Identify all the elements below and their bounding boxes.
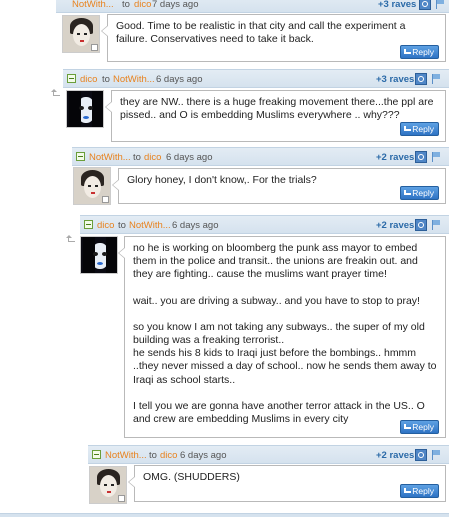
comment-author-link[interactable]: NotWith...	[105, 446, 147, 465]
to-label: to	[122, 0, 130, 10]
reply-arrow-icon	[51, 88, 61, 97]
avatar[interactable]	[73, 167, 111, 205]
recipient-link[interactable]: NotWith...	[129, 216, 171, 235]
avatar[interactable]	[80, 236, 118, 274]
comment-text: Glory honey, I don't know,. For the tria…	[127, 174, 317, 186]
comment-timestamp: 7 days ago	[152, 0, 199, 10]
comment-header: NotWith... to dico 7 days ago +3 raves	[56, 0, 449, 13]
reply-arrow-icon	[66, 234, 76, 243]
comment-header: dico to NotWith... 6 days ago +3 raves	[63, 69, 449, 88]
rave-icon[interactable]	[415, 151, 427, 163]
flag-icon[interactable]	[434, 0, 446, 10]
flag-icon[interactable]	[430, 73, 442, 85]
rave-icon[interactable]	[415, 73, 427, 85]
comment-timestamp: 6 days ago	[172, 220, 219, 231]
collapse-icon[interactable]	[84, 220, 93, 229]
comment-text: no he is working on bloomberg the punk a…	[133, 242, 437, 426]
reply-button[interactable]: Reply	[400, 122, 439, 136]
rave-icon[interactable]	[415, 219, 427, 231]
comment-author-link[interactable]: NotWith...	[72, 0, 114, 14]
comment-text: Good. Time to be realistic in that city …	[116, 20, 406, 46]
to-label: to	[118, 220, 126, 231]
comment-text: they are NW.. there is a huge freaking m…	[120, 96, 434, 122]
comment-author-link[interactable]: NotWith...	[89, 148, 131, 167]
reply-button[interactable]: Reply	[400, 45, 439, 59]
next-comment-header	[0, 513, 449, 517]
plus-icon	[102, 196, 109, 203]
flag-icon[interactable]	[430, 219, 442, 231]
comment-author-link[interactable]: dico	[80, 70, 97, 89]
comment-author-link[interactable]: dico	[97, 216, 114, 235]
avatar[interactable]	[66, 90, 104, 128]
plus-icon	[118, 495, 125, 502]
plus-icon	[91, 44, 98, 51]
reply-button[interactable]: Reply	[400, 186, 439, 200]
reply-button[interactable]: Reply	[400, 484, 439, 498]
comment-header: NotWith... to dico 6 days ago +2 raves	[88, 445, 449, 464]
recipient-link[interactable]: dico	[134, 0, 151, 14]
recipient-link[interactable]: dico	[160, 446, 177, 465]
comment-header: dico to NotWith... 6 days ago +2 raves	[80, 215, 449, 234]
raves-count: +2 raves	[376, 450, 415, 461]
raves-count: +2 raves	[376, 152, 415, 163]
recipient-link[interactable]: NotWith...	[113, 70, 155, 89]
flag-icon[interactable]	[430, 449, 442, 461]
collapse-icon[interactable]	[67, 74, 76, 83]
avatar[interactable]	[89, 466, 127, 504]
collapse-icon[interactable]	[76, 152, 85, 161]
rave-icon[interactable]	[419, 0, 431, 10]
to-label: to	[102, 74, 110, 85]
raves-count: +2 raves	[376, 220, 415, 231]
to-label: to	[133, 152, 141, 163]
rave-icon[interactable]	[415, 449, 427, 461]
collapse-icon[interactable]	[92, 450, 101, 459]
raves-count: +3 raves	[378, 0, 417, 10]
comment-body: they are NW.. there is a huge freaking m…	[105, 90, 446, 142]
comment-timestamp: 6 days ago	[166, 152, 213, 163]
avatar[interactable]	[62, 15, 100, 53]
raves-count: +3 raves	[376, 74, 415, 85]
flag-icon[interactable]	[430, 151, 442, 163]
reply-button[interactable]: Reply	[400, 420, 439, 434]
comment-text: OMG. (SHUDDERS)	[143, 471, 240, 483]
comment-body: Good. Time to be realistic in that city …	[101, 14, 446, 62]
comment-body: no he is working on bloomberg the punk a…	[118, 236, 446, 438]
recipient-link[interactable]: dico	[144, 148, 161, 167]
comment-body: Glory honey, I don't know,. For the tria…	[112, 168, 446, 204]
comment-timestamp: 6 days ago	[180, 450, 227, 461]
comment-body: OMG. (SHUDDERS) Reply	[128, 465, 446, 502]
comment-header: NotWith... to dico 6 days ago +2 raves	[72, 147, 449, 166]
comment-timestamp: 6 days ago	[156, 74, 203, 85]
to-label: to	[149, 450, 157, 461]
